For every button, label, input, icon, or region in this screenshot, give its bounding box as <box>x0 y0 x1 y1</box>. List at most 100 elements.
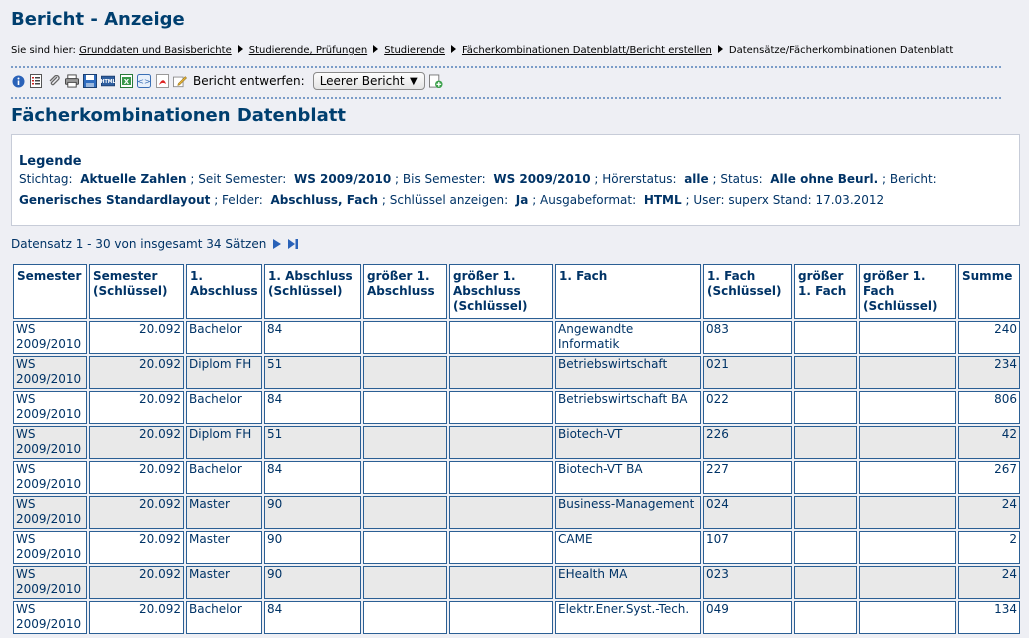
cell-abschluss: Diplom FH <box>186 356 262 389</box>
column-header: größer 1. Fach <box>794 264 857 319</box>
cell-fach-key: 107 <box>703 531 792 564</box>
table-row: WS 2009/2010 20.092 Master 90 CAME 107 2 <box>13 531 1020 564</box>
breadcrumb-link-studierende-pruefungen[interactable]: Studierende, Prüfungen <box>249 45 367 56</box>
report-title: Fächerkombinationen Datenblatt <box>11 105 346 126</box>
cell-groesser-fach <box>794 461 857 494</box>
cell-abschluss: Diplom FH <box>186 426 262 459</box>
table-row: WS 2009/2010 20.092 Master 90 Business-Manag… <box>13 496 1020 529</box>
legend-label: ; Schlüssel anzeigen: <box>381 193 509 207</box>
table-row: WS 2009/2010 20.092 Bachelor 84 Elektr.Ener.… <box>13 601 1020 634</box>
cell-groesser-abschluss-key <box>449 531 553 564</box>
cell-abschluss-key: 90 <box>264 496 361 529</box>
cell-fach-key: 049 <box>703 601 792 634</box>
cell-semester: WS 2009/2010 <box>13 566 87 599</box>
details-icon[interactable] <box>29 74 43 88</box>
cell-semester: WS 2009/2010 <box>13 321 87 354</box>
table-row: WS 2009/2010 20.092 Diplom FH 51 Biotech-VT 2… <box>13 426 1020 459</box>
cell-fach-key: 227 <box>703 461 792 494</box>
info-icon[interactable] <box>11 74 25 88</box>
cell-groesser-abschluss <box>363 601 447 634</box>
last-page-icon[interactable] <box>287 238 299 250</box>
cell-semester: WS 2009/2010 <box>13 356 87 389</box>
cell-groesser-fach <box>794 601 857 634</box>
cell-summe: 134 <box>958 601 1020 634</box>
cell-fach: Biotech-VT BA <box>555 461 701 494</box>
table-row: WS 2009/2010 20.092 Bachelor 84 Biotech-VT B… <box>13 461 1020 494</box>
cell-abschluss: Bachelor <box>186 321 262 354</box>
svg-text:HTML: HTML <box>101 79 115 85</box>
cell-fach-key: 226 <box>703 426 792 459</box>
legend-label: ; Hörerstatus: <box>594 172 677 186</box>
legend-label: ; Ausgabeformat: <box>532 193 637 207</box>
cell-groesser-abschluss-key <box>449 601 553 634</box>
cell-groesser-fach-key <box>859 461 956 494</box>
breadcrumb-link-grunddaten[interactable]: Grunddaten und Basisberichte <box>79 45 232 56</box>
breadcrumb-separator-icon <box>717 45 723 53</box>
cell-groesser-abschluss <box>363 356 447 389</box>
cell-semester-key: 20.092 <box>89 601 184 634</box>
cell-semester-key: 20.092 <box>89 321 184 354</box>
cell-groesser-fach <box>794 391 857 424</box>
legend-label: ; User: superx Stand: 17.03.2012 <box>685 193 885 207</box>
cell-groesser-abschluss <box>363 461 447 494</box>
attach-icon[interactable] <box>47 74 61 88</box>
cell-groesser-fach <box>794 321 857 354</box>
column-header: größer 1. Abschluss <box>363 264 447 319</box>
cell-groesser-fach-key <box>859 426 956 459</box>
cell-groesser-fach-key <box>859 321 956 354</box>
breadcrumb-current: Datensätze/Fächerkombinationen Datenblat… <box>728 45 954 56</box>
cell-abschluss-key: 90 <box>264 566 361 599</box>
table-row: WS 2009/2010 20.092 Master 90 EHealth MA 023 2… <box>13 566 1020 599</box>
cell-semester: WS 2009/2010 <box>13 496 87 529</box>
legend-value: WS 2009/2010 <box>493 172 591 186</box>
legend-value: HTML <box>643 193 682 207</box>
next-page-icon[interactable] <box>272 238 282 250</box>
cell-groesser-abschluss <box>363 531 447 564</box>
data-table: Semester Semester (Schlüssel) 1. Abschlu… <box>11 262 1022 636</box>
save-icon[interactable] <box>83 74 97 88</box>
xml-export-icon[interactable]: <> <box>137 74 151 88</box>
legend-value: Abschluss, Fach <box>270 193 379 207</box>
cell-groesser-fach-key <box>859 496 956 529</box>
cell-groesser-fach-key <box>859 391 956 424</box>
cell-summe: 42 <box>958 426 1020 459</box>
cell-abschluss-key: 51 <box>264 426 361 459</box>
cell-groesser-abschluss <box>363 566 447 599</box>
pdf-export-icon[interactable] <box>155 74 169 88</box>
report-select[interactable]: Leerer Bericht ▼ <box>312 72 425 90</box>
cell-fach: Elektr.Ener.Syst.-Tech. <box>555 601 701 634</box>
breadcrumb-separator-icon <box>237 45 243 53</box>
excel-export-icon[interactable]: X <box>119 74 133 88</box>
legend-box: Legende Stichtag: Aktuelle Zahlen ; Seit… <box>11 134 1020 226</box>
cell-abschluss: Master <box>186 566 262 599</box>
print-icon[interactable] <box>65 74 79 88</box>
cell-semester: WS 2009/2010 <box>13 461 87 494</box>
new-report-icon[interactable] <box>428 74 443 88</box>
cell-fach-key: 024 <box>703 496 792 529</box>
cell-groesser-fach-key <box>859 531 956 564</box>
cell-abschluss: Bachelor <box>186 391 262 424</box>
cell-groesser-fach <box>794 496 857 529</box>
svg-text:X: X <box>123 78 129 86</box>
divider <box>11 66 1001 68</box>
breadcrumb: Sie sind hier: Grunddaten und Basisberic… <box>11 45 953 56</box>
cell-summe: 234 <box>958 356 1020 389</box>
edit-icon[interactable] <box>173 74 187 88</box>
legend-value: Aktuelle Zahlen <box>80 172 187 186</box>
toolbar: HTML X <> Bericht entwerfen: Leerer Beri… <box>11 71 447 91</box>
column-header: Semester (Schlüssel) <box>89 264 184 319</box>
legend-value: Ja <box>515 193 529 207</box>
cell-summe: 240 <box>958 321 1020 354</box>
legend-text: Stichtag: Aktuelle Zahlen ; Seit Semeste… <box>19 169 1012 211</box>
breadcrumb-link-faecherkombinationen[interactable]: Fächerkombinationen Datenblatt/Bericht e… <box>462 45 712 56</box>
cell-semester-key: 20.092 <box>89 496 184 529</box>
legend-label: ; Felder: <box>214 193 263 207</box>
cell-abschluss-key: 84 <box>264 601 361 634</box>
divider <box>11 97 1001 99</box>
cell-abschluss: Master <box>186 531 262 564</box>
cell-groesser-abschluss-key <box>449 426 553 459</box>
report-select-value: Leerer Bericht <box>319 74 405 88</box>
html-export-icon[interactable]: HTML <box>101 74 115 88</box>
cell-abschluss: Master <box>186 496 262 529</box>
breadcrumb-link-studierende[interactable]: Studierende <box>384 45 445 56</box>
